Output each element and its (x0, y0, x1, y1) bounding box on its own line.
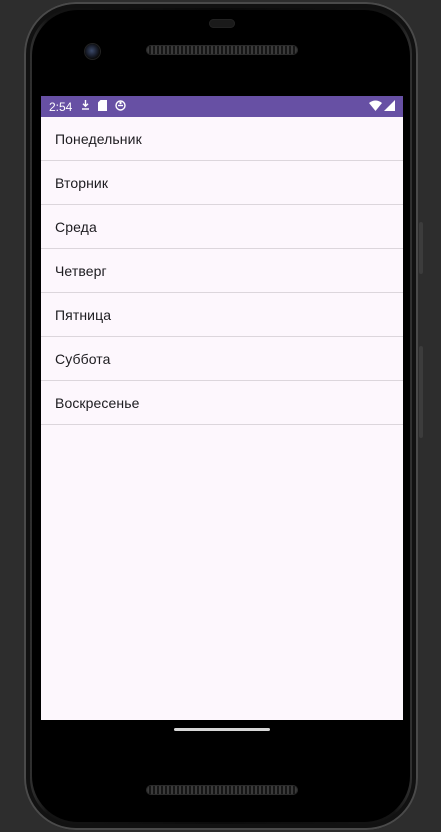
list-item[interactable]: Воскресенье (41, 381, 403, 425)
list-item-label: Суббота (55, 350, 111, 367)
bottom-speaker-grill (147, 786, 297, 794)
list-item[interactable]: Среда (41, 205, 403, 249)
cell-signal-icon (384, 99, 395, 114)
power-button (419, 222, 423, 274)
list-item-label: Вторник (55, 174, 109, 191)
list-item-label: Понедельник (55, 130, 142, 147)
volume-button (419, 346, 423, 438)
status-right-group (369, 99, 395, 114)
list-item[interactable]: Суббота (41, 337, 403, 381)
earpiece (209, 19, 235, 28)
list-item-label: Воскресенье (55, 394, 140, 411)
list-item-label: Четверг (55, 262, 107, 279)
gesture-nav-handle[interactable] (174, 728, 270, 731)
status-bar: 2:54 (41, 96, 403, 117)
sd-card-icon (98, 99, 108, 114)
device-screen: 2:54 Понедельник Вторник Среда Четверг П… (41, 96, 403, 720)
front-camera (85, 44, 100, 59)
list-item[interactable]: Пятница (41, 293, 403, 337)
status-time: 2:54 (49, 99, 73, 114)
emulator-stage: 2:54 Понедельник Вторник Среда Четверг П… (0, 0, 441, 832)
list-item[interactable]: Вторник (41, 161, 403, 205)
wifi-icon (369, 100, 382, 114)
days-list: Понедельник Вторник Среда Четверг Пятниц… (41, 117, 403, 425)
list-item-label: Пятница (55, 306, 112, 323)
download-icon (81, 99, 90, 114)
list-item-label: Среда (55, 218, 97, 235)
sync-icon (115, 99, 127, 114)
list-item[interactable]: Четверг (41, 249, 403, 293)
list-item[interactable]: Понедельник (41, 117, 403, 161)
top-speaker-grill (147, 46, 297, 54)
